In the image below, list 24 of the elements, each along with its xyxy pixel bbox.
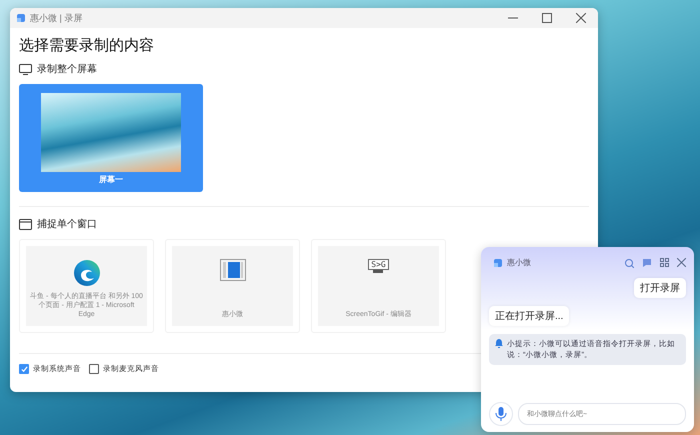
bell-icon (495, 339, 503, 348)
assistant-title: 惠小微 (507, 257, 531, 268)
assistant-message: 正在打开录屏... (489, 306, 570, 326)
browser-logo-icon (72, 259, 100, 287)
monitor-icon (19, 64, 32, 74)
screen-label: 屏幕一 (99, 174, 123, 185)
app-logo-icon (493, 258, 503, 268)
chat-bubble-icon[interactable] (642, 258, 652, 268)
section-label: 捕捉单个窗口 (37, 218, 97, 231)
checkbox[interactable] (19, 364, 29, 374)
app-logo-icon (16, 13, 26, 23)
user-message: 打开录屏 (634, 278, 686, 298)
page-heading: 选择需要录制的内容 (19, 36, 155, 55)
monitor-icon: S>G (368, 259, 389, 273)
section-label: 录制整个屏幕 (37, 62, 97, 76)
close-icon[interactable] (677, 258, 686, 267)
app-window-icon (220, 259, 246, 281)
maximize-icon[interactable] (542, 13, 552, 23)
window-title: 惠小微 | 录屏 (30, 12, 82, 24)
checkbox[interactable] (89, 364, 99, 374)
close-icon[interactable] (576, 13, 586, 23)
grid-icon[interactable] (660, 258, 669, 267)
window-icon (19, 218, 32, 230)
microphone-icon[interactable] (489, 402, 513, 426)
